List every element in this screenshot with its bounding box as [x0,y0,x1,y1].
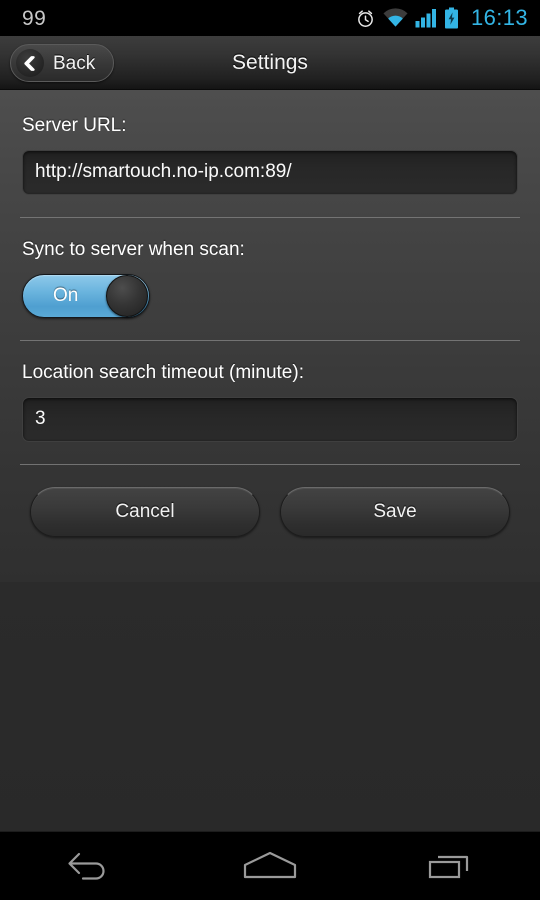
sync-toggle-field-group: Sync to server when scan: On [0,238,540,318]
nav-recents-button[interactable] [390,832,510,900]
server-url-input[interactable] [22,149,518,195]
device-screen: 99 16:13 Back Settings Server URL: http:… [0,0,540,900]
title-bar: Back Settings [0,36,540,90]
toggle-knob[interactable] [106,274,148,317]
server-url-field-group: Server URL: [0,115,540,195]
cellular-signal-icon [415,9,436,28]
alarm-clock-icon [358,9,373,27]
location-timeout-label: Location search timeout (minute): [22,361,304,383]
location-timeout-field-group: Location search timeout (minute): [0,361,540,442]
location-timeout-input[interactable] [22,396,518,442]
settings-form-panel: Server URL: Sync to server when scan: On… [0,90,540,582]
nav-back-button[interactable] [30,832,150,900]
status-bar: 99 16:13 [0,0,540,36]
nav-recents-icon [428,855,469,879]
nav-back-icon [68,852,105,880]
toggle-state-label: On [53,285,79,307]
separator-3 [20,463,520,465]
back-button[interactable]: Back [10,44,115,82]
wifi-icon [383,8,408,27]
nav-home-icon [243,851,297,879]
status-bar-clock: 16:13 [470,5,528,30]
server-url-label: Server URL: [22,115,127,136]
status-bar-icons: 16:13 [355,7,528,29]
status-bar-notification-count: 99 [22,6,47,30]
chevron-left-icon [16,49,44,77]
battery-charging-icon [444,7,458,29]
sync-toggle-label: Sync to server when scan: [22,238,245,260]
nav-home-button[interactable] [210,832,330,900]
separator-1 [20,216,520,218]
back-button-label: Back [53,52,96,74]
save-button[interactable]: Save [280,486,510,537]
separator-2 [20,339,520,341]
empty-content-area [0,582,540,831]
android-navigation-bar [0,832,540,900]
cancel-button[interactable]: Cancel [30,486,260,537]
action-button-row: Cancel Save [0,486,540,537]
sync-to-server-toggle[interactable]: On [22,273,150,318]
